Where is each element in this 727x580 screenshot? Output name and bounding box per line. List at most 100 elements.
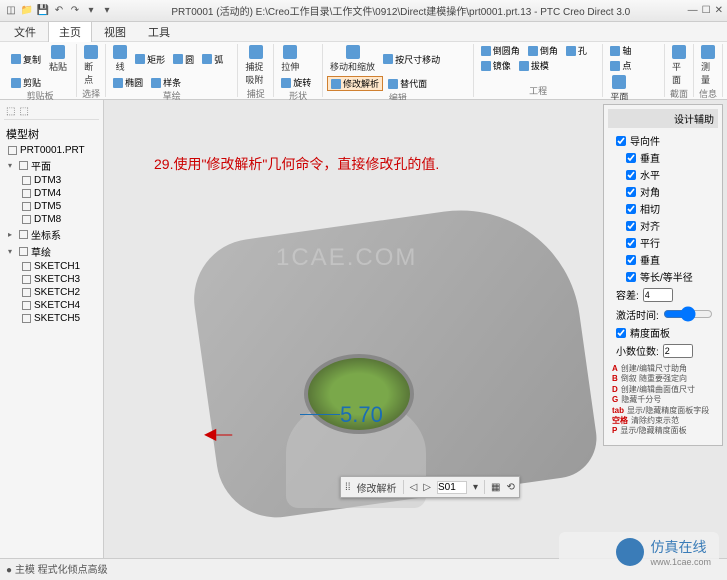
undo-icon[interactable]: ↶ — [52, 4, 66, 18]
tree-item[interactable]: SKETCH5 — [18, 312, 99, 325]
arc-button[interactable]: 弧 — [199, 44, 226, 74]
decimals-input[interactable] — [663, 344, 693, 358]
group-info: 信息 — [698, 87, 718, 100]
tree-group-csys[interactable]: ▸坐标系 — [4, 226, 99, 243]
tab-home[interactable]: 主页 — [48, 21, 92, 42]
floating-toolbar: ⁞⁞ 修改解析 ◁ ▷ ▾ ▦ ⟲ — [340, 476, 520, 498]
delay-slider[interactable] — [663, 306, 713, 322]
cut-button[interactable]: 剪贴 — [8, 76, 44, 89]
copy-button[interactable]: 复制 — [8, 44, 44, 74]
chk-vertical[interactable]: 垂直 — [618, 149, 718, 166]
tree-item[interactable]: SKETCH3 — [18, 273, 99, 286]
chk-tangent[interactable]: 相切 — [618, 200, 718, 217]
measure-button[interactable]: 测量 — [698, 44, 718, 87]
round-button[interactable]: 倒圆角 — [478, 44, 523, 57]
section-guides: 导向件 — [608, 132, 718, 149]
chk-horizontal[interactable]: 水平 — [618, 166, 718, 183]
tolerance-label: 容差: — [616, 287, 639, 302]
chamfer-button[interactable]: 倒角 — [525, 44, 561, 57]
status-text: ● 主模 程式化倾点高级 — [6, 561, 108, 576]
floating-label: 修改解析 — [357, 480, 397, 495]
tree-tab-icon2[interactable]: ⬚ — [19, 106, 28, 117]
badge-text: 仿真在线 — [650, 537, 711, 557]
section-plane-button[interactable]: 平面 — [669, 44, 689, 87]
instruction-text: 29.使用"修改解析"几何命令，直接修改孔的值. — [154, 154, 439, 174]
tolerance-input[interactable] — [643, 288, 673, 302]
design-aid-panel: 设计辅助 导向件 垂直 水平 对角 相切 对齐 平行 垂直 等长/等半径 容差:… — [603, 104, 723, 446]
mirror-button[interactable]: 镜像 — [478, 59, 514, 72]
point-button[interactable]: 点 — [607, 59, 634, 72]
tree-item[interactable]: DTM3 — [18, 174, 99, 187]
spline-button[interactable]: 样条 — [148, 76, 184, 89]
group-select: 选择 — [81, 87, 101, 100]
badge-icon — [616, 538, 644, 566]
chk-align[interactable]: 对齐 — [618, 217, 718, 234]
tab-tools[interactable]: 工具 — [138, 22, 180, 42]
draft-button[interactable]: 拔模 — [516, 59, 552, 72]
axis-button[interactable]: 轴 — [607, 44, 634, 57]
modify-analytic-button[interactable]: 修改解析 — [327, 76, 383, 91]
chk-diagonal[interactable]: 对角 — [618, 183, 718, 200]
paste-button[interactable]: 粘贴 — [46, 44, 70, 74]
hole-button[interactable]: 孔 — [563, 44, 590, 57]
tab-file[interactable]: 文件 — [4, 22, 46, 42]
window-title: PRT0001 (活动的) E:\Creo工作目录\工作文件\0912\Dire… — [114, 3, 688, 18]
chk-parallel[interactable]: 平行 — [618, 234, 718, 251]
minimize-icon[interactable]: — — [688, 5, 698, 16]
new-icon[interactable]: ◫ — [4, 4, 18, 18]
dimension-value[interactable]: 5.70 — [340, 402, 383, 428]
move-by-dim-button[interactable]: 按尺寸移动 — [380, 44, 443, 74]
floating-input[interactable] — [437, 481, 467, 494]
panel-header: 设计辅助 — [608, 109, 718, 128]
arrow-icon: ◀— — [204, 424, 232, 444]
dimension-line — [300, 414, 340, 415]
tree-item[interactable]: DTM8 — [18, 213, 99, 226]
qat-icon2[interactable]: ▾ — [100, 4, 114, 18]
tab-view[interactable]: 视图 — [94, 22, 136, 42]
badge-url: www.1cae.com — [650, 557, 711, 567]
tree-item[interactable]: DTM4 — [18, 187, 99, 200]
tree-item[interactable]: SKETCH1 — [18, 260, 99, 273]
watermark-badge: 仿真在线 www.1cae.com — [559, 532, 719, 572]
line-button[interactable]: 线 — [110, 44, 130, 74]
tree-group-sketch[interactable]: ▾草绘 — [4, 243, 99, 260]
tree-tab-icon[interactable]: ⬚ — [6, 106, 15, 117]
section-precision: 精度面板 — [608, 324, 718, 341]
select-button[interactable]: 断点 — [81, 44, 101, 87]
tree-item[interactable]: DTM5 — [18, 200, 99, 213]
prev-icon[interactable]: ◁ — [410, 482, 418, 493]
model-tree: ⬚ ⬚ 模型树 PRT0001.PRT ▾平面 DTM3 DTM4 DTM5 D… — [0, 100, 104, 558]
maximize-icon[interactable]: ☐ — [702, 5, 711, 16]
hints-list: A创建/编辑尺寸助角 B倒叙 随重要强定向 D创建/编辑曲面值尺寸 G隐藏千分号… — [608, 360, 718, 441]
rect-button[interactable]: 矩形 — [132, 44, 168, 74]
tree-root[interactable]: PRT0001.PRT — [4, 144, 99, 157]
ellipse-button[interactable]: 椭圆 — [110, 76, 146, 89]
dropdown-icon[interactable]: ▾ — [473, 482, 478, 493]
close-icon[interactable]: ✕ — [715, 5, 723, 16]
ribbon: 复制 粘贴 剪贴 剪贴板 断点 选择 线 矩形 圆 弧 椭圆 样条 草绘 捕捉吸… — [0, 42, 727, 100]
tool-icon[interactable]: ▦ — [491, 482, 500, 493]
tree-item[interactable]: SKETCH4 — [18, 299, 99, 312]
grip-icon[interactable]: ⁞⁞ — [345, 482, 351, 493]
revolve-button[interactable]: 旋转 — [278, 76, 314, 89]
menu-tabs: 文件 主页 视图 工具 — [0, 22, 727, 42]
open-icon[interactable]: 📁 — [20, 4, 34, 18]
snap-button[interactable]: 捕捉吸附 — [242, 44, 269, 87]
extrude-button[interactable]: 拉伸 — [278, 44, 302, 74]
qat-icon[interactable]: ▾ — [84, 4, 98, 18]
move-scale-button[interactable]: 移动和缩放 — [327, 44, 378, 74]
replace-face-button[interactable]: 替代面 — [385, 76, 430, 91]
tree-item[interactable]: SKETCH2 — [18, 286, 99, 299]
delay-label: 激活时间: — [616, 307, 659, 322]
3d-viewport[interactable]: 1CAE.COM 29.使用"修改解析"几何命令，直接修改孔的值. 5.70 ◀… — [104, 100, 727, 558]
chk-perp[interactable]: 垂直 — [618, 251, 718, 268]
tool-icon2[interactable]: ⟲ — [506, 482, 514, 493]
circle-button[interactable]: 圆 — [170, 44, 197, 74]
group-engineering: 工程 — [478, 84, 599, 97]
tree-group-plane[interactable]: ▾平面 — [4, 157, 99, 174]
next-icon[interactable]: ▷ — [423, 482, 431, 493]
tree-title: 模型树 — [4, 124, 99, 144]
save-icon[interactable]: 💾 — [36, 4, 50, 18]
chk-equal[interactable]: 等长/等半径 — [618, 268, 718, 285]
redo-icon[interactable]: ↷ — [68, 4, 82, 18]
